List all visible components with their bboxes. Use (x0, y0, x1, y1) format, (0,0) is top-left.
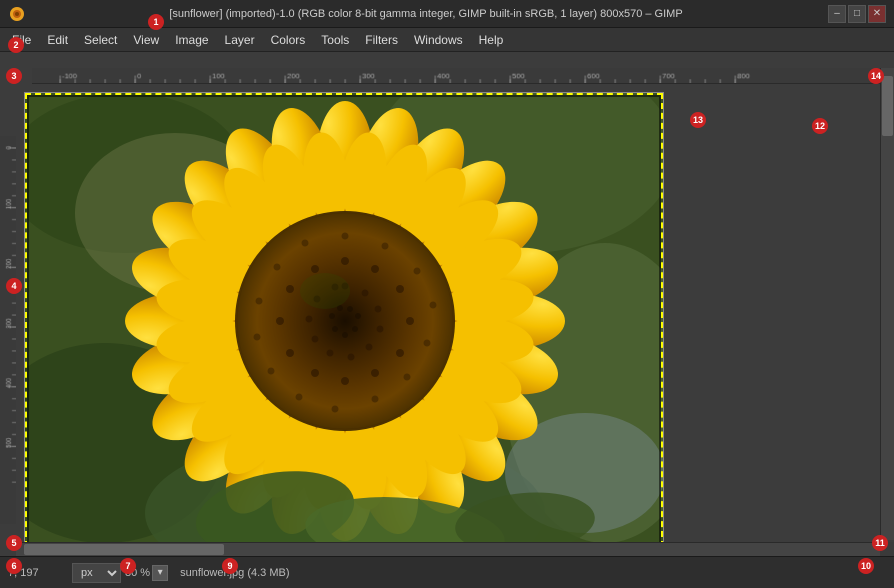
menubar: File Edit Select View Image Layer Colors… (0, 28, 894, 52)
scrollbar-vertical[interactable] (880, 68, 894, 540)
scrollbar-horizontal[interactable] (16, 542, 880, 556)
sunflower-image (25, 93, 664, 548)
canvas-wrapper (0, 68, 894, 556)
ruler-vertical (0, 136, 16, 524)
menu-select[interactable]: Select (76, 31, 125, 49)
menu-tools[interactable]: Tools (313, 31, 357, 49)
window-controls[interactable]: – □ ✕ (828, 5, 886, 23)
scroll-thumb-horizontal[interactable] (24, 544, 224, 555)
image-canvas[interactable] (24, 92, 664, 548)
menu-file[interactable]: File (4, 31, 39, 49)
filename-status: sunflower.jpg (4.3 MB) (180, 567, 289, 579)
zoom-dropdown-btn[interactable]: ▾ (152, 565, 168, 581)
window-title: [sunflower] (imported)-1.0 (RGB color 8-… (32, 8, 820, 20)
zoom-value: 80 % (125, 567, 150, 579)
statusbar: 7, 197 px % mm in 80 % ▾ sunflower.jpg (… (0, 556, 894, 588)
scroll-corner (880, 542, 894, 556)
menu-layer[interactable]: Layer (217, 31, 263, 49)
menu-image[interactable]: Image (167, 31, 216, 49)
maximize-button[interactable]: □ (848, 5, 866, 23)
scroll-thumb-vertical[interactable] (882, 76, 893, 136)
ruler-horizontal (32, 68, 880, 84)
titlebar: [sunflower] (imported)-1.0 (RGB color 8-… (0, 0, 894, 28)
menu-edit[interactable]: Edit (39, 31, 76, 49)
canvas-area (16, 68, 894, 556)
menu-view[interactable]: View (125, 31, 167, 49)
app-icon (8, 5, 26, 23)
menu-help[interactable]: Help (471, 31, 512, 49)
menu-windows[interactable]: Windows (406, 31, 471, 49)
close-button[interactable]: ✕ (868, 5, 886, 23)
unit-selector[interactable]: px % mm in (72, 563, 121, 583)
menu-colors[interactable]: Colors (263, 31, 314, 49)
minimize-button[interactable]: – (828, 5, 846, 23)
zoom-display: 80 % ▾ (125, 565, 168, 581)
menu-filters[interactable]: Filters (357, 31, 406, 49)
cursor-coords: 7, 197 (8, 567, 68, 579)
